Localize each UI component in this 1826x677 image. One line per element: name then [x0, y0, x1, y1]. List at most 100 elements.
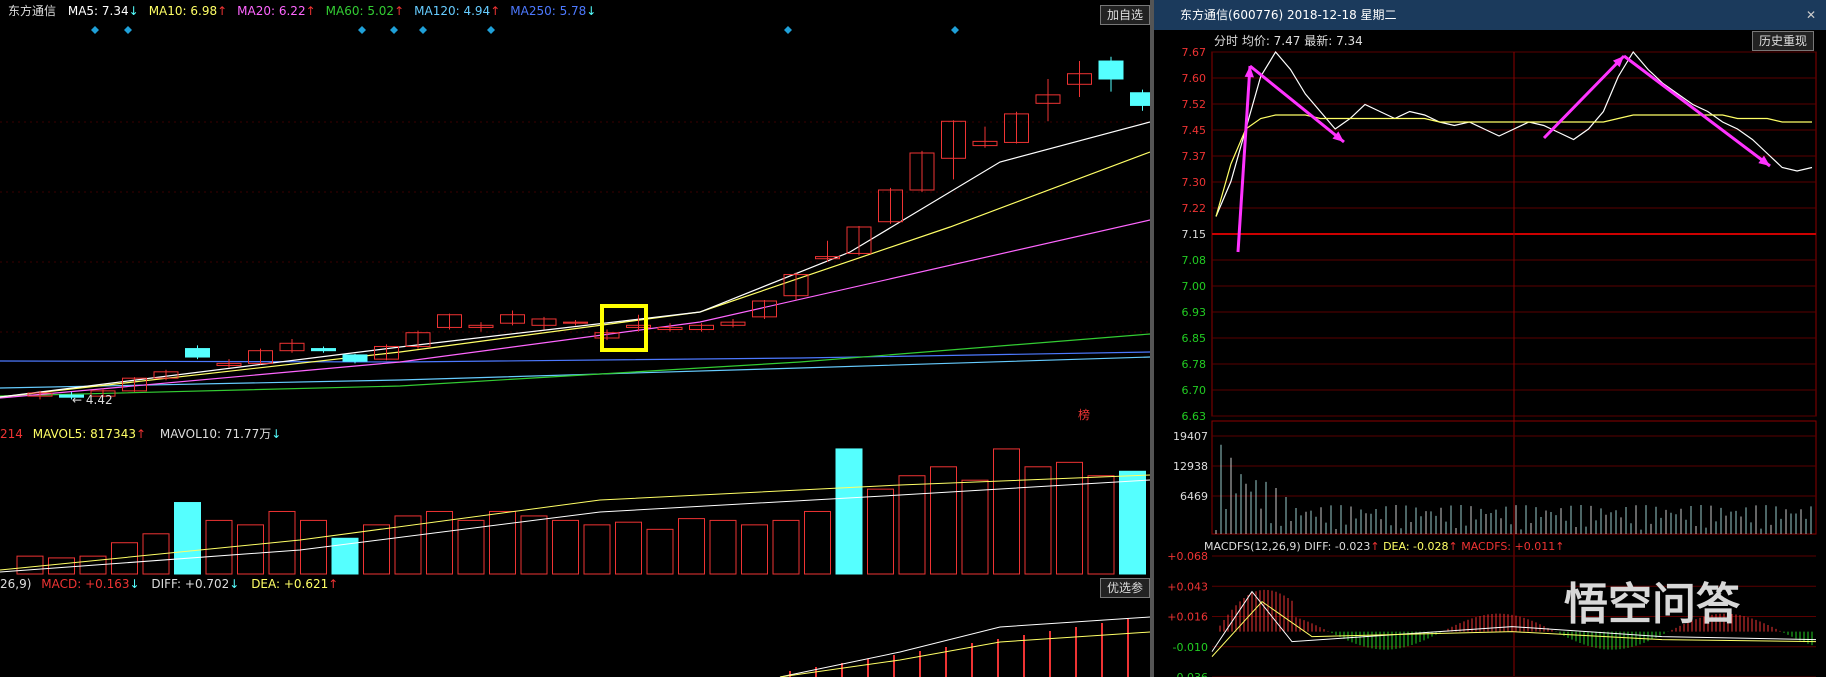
volume-bar [552, 519, 579, 575]
price-tick: 7.37 [1182, 150, 1207, 163]
signal-diamond [419, 26, 427, 34]
dea-line [779, 631, 1150, 677]
macd-tick: -0.010 [1173, 641, 1208, 654]
price-tick: 6.85 [1182, 332, 1207, 345]
ma-label: MA10: 6.98↑ [148, 4, 228, 18]
volume-bar [1119, 470, 1146, 575]
highlight-box [600, 304, 648, 352]
dea-value: DEA: +0.621↑ [251, 577, 339, 591]
close-icon[interactable]: ✕ [1806, 0, 1816, 30]
macd-prefix: 26,9) [0, 577, 32, 591]
price-tick: 7.52 [1182, 98, 1207, 111]
price-tick: 7.45 [1182, 124, 1207, 137]
ma-label: MA120: 4.94↑ [414, 4, 501, 18]
volume-bar [489, 510, 516, 575]
volume-bar [804, 510, 831, 575]
ma-labels: MA5: 7.34↓ MA10: 6.98↑ MA20: 6.22↑ MA60: 5.… [68, 4, 607, 18]
volume-bar [16, 555, 44, 575]
volume-tick: 19407 [1173, 430, 1208, 443]
price-tick: 6.93 [1182, 306, 1207, 319]
volume-bar [993, 448, 1020, 575]
price-tick: 7.60 [1182, 72, 1207, 85]
volume-bar [709, 519, 737, 575]
volume-bar [1024, 466, 1052, 575]
intraday-panel: 东方通信(600776) 2018-12-18 星期二 ✕ 分时 均价: 7.4… [1154, 0, 1826, 677]
macd-chart [779, 616, 1150, 677]
mavol5-line [0, 474, 1150, 571]
kline-header: 东方通信 MA5: 7.34↓ MA10: 6.98↑ MA20: 6.22↑ MA6… [8, 0, 606, 22]
macd-tick: +0.016 [1167, 611, 1208, 624]
signal-diamond [358, 26, 366, 34]
macd-tick: +0.068 [1167, 550, 1208, 563]
signal-diamond [91, 26, 99, 34]
volume-bar [898, 475, 926, 575]
macd-header: 26,9) MACD: +0.163↓ DIFF: +0.702↓ DEA: +… [0, 577, 338, 591]
volume-bar [646, 528, 674, 575]
volume-bar [237, 524, 264, 575]
volume-bar [615, 521, 642, 575]
watermark-text: 悟空问答 [1564, 579, 1740, 630]
signal-diamond [487, 26, 495, 34]
volume-tick: 6469 [1180, 490, 1208, 503]
intraday-title: 东方通信(600776) 2018-12-18 星期二 [1180, 8, 1397, 22]
intraday-macd-header: MACDFS(12,26,9) DIFF: -0.023↑ DEA: -0.02… [1204, 540, 1564, 553]
mavol10-label: MAVOL10: 71.77万↓ [159, 427, 282, 441]
price-tick: 7.00 [1182, 280, 1207, 293]
bang-label: 榜 [1078, 408, 1091, 422]
stock-name: 东方通信 [8, 4, 57, 18]
volume-bar [961, 479, 989, 575]
volume-bar [772, 519, 800, 575]
ma-line [0, 333, 1150, 397]
volume-bar [1087, 475, 1115, 575]
volume-bar [363, 524, 390, 575]
price-tick: 6.78 [1182, 358, 1207, 371]
volume-bar [583, 524, 611, 575]
candlestick-chart [0, 26, 1150, 400]
volume-bar [48, 557, 75, 575]
price-tick: 7.30 [1182, 176, 1207, 189]
candle-body [1130, 92, 1150, 106]
diff-line [779, 616, 1150, 677]
ma-line [0, 351, 1150, 363]
mavol10-line [0, 479, 1150, 573]
kline-panel: 东方通信 MA5: 7.34↓ MA10: 6.98↑ MA20: 6.22↑ MA6… [0, 0, 1154, 677]
volume-bar [520, 515, 548, 575]
signal-diamond [390, 26, 398, 34]
price-tick: 6.70 [1182, 384, 1207, 397]
candle-body [342, 354, 368, 362]
macd-tick: +0.043 [1167, 580, 1208, 593]
signal-diamond [124, 26, 132, 34]
signal-diamond [784, 26, 792, 34]
price-tick: 7.22 [1182, 202, 1207, 215]
ma-label: MA20: 6.22↑ [237, 4, 316, 18]
trend-arrow [1542, 54, 1626, 140]
candle-body [311, 348, 336, 352]
candle-body [185, 348, 210, 358]
price-tick: 7.67 [1182, 46, 1207, 59]
trend-arrow [1623, 54, 1771, 168]
price-tick: 7.08 [1182, 254, 1207, 267]
mavol5-label: MAVOL5: 817343↑ [32, 427, 147, 441]
volume-bar [867, 488, 894, 575]
intraday-title-bar: 东方通信(600776) 2018-12-18 星期二 ✕ [1154, 0, 1826, 30]
volume-bar [678, 518, 705, 575]
volume-tick: 12938 [1173, 460, 1208, 473]
candle-body [1098, 60, 1124, 80]
volume-bar [426, 510, 453, 575]
volume-chart [0, 448, 1150, 575]
price-tick: 6.63 [1182, 410, 1207, 423]
low-price-label: ← 4.42 [72, 393, 113, 407]
macd-value: MACD: +0.163↓ [41, 577, 140, 591]
volume-bar [741, 524, 768, 575]
trend-arrow [1236, 65, 1252, 253]
ma-label: MA250: 5.78↓ [510, 4, 597, 18]
macd-tick: -0.036 [1173, 671, 1208, 677]
signal-diamond [951, 26, 959, 34]
diff-value: DIFF: +0.702↓ [151, 577, 240, 591]
volume-bar [174, 502, 201, 575]
price-tick: 7.15 [1182, 228, 1207, 241]
ma-label: MA5: 7.34↓ [67, 4, 139, 18]
ma-line [0, 219, 1150, 399]
ma-label: MA60: 5.02↑ [325, 4, 405, 18]
volume-bar [835, 448, 863, 575]
